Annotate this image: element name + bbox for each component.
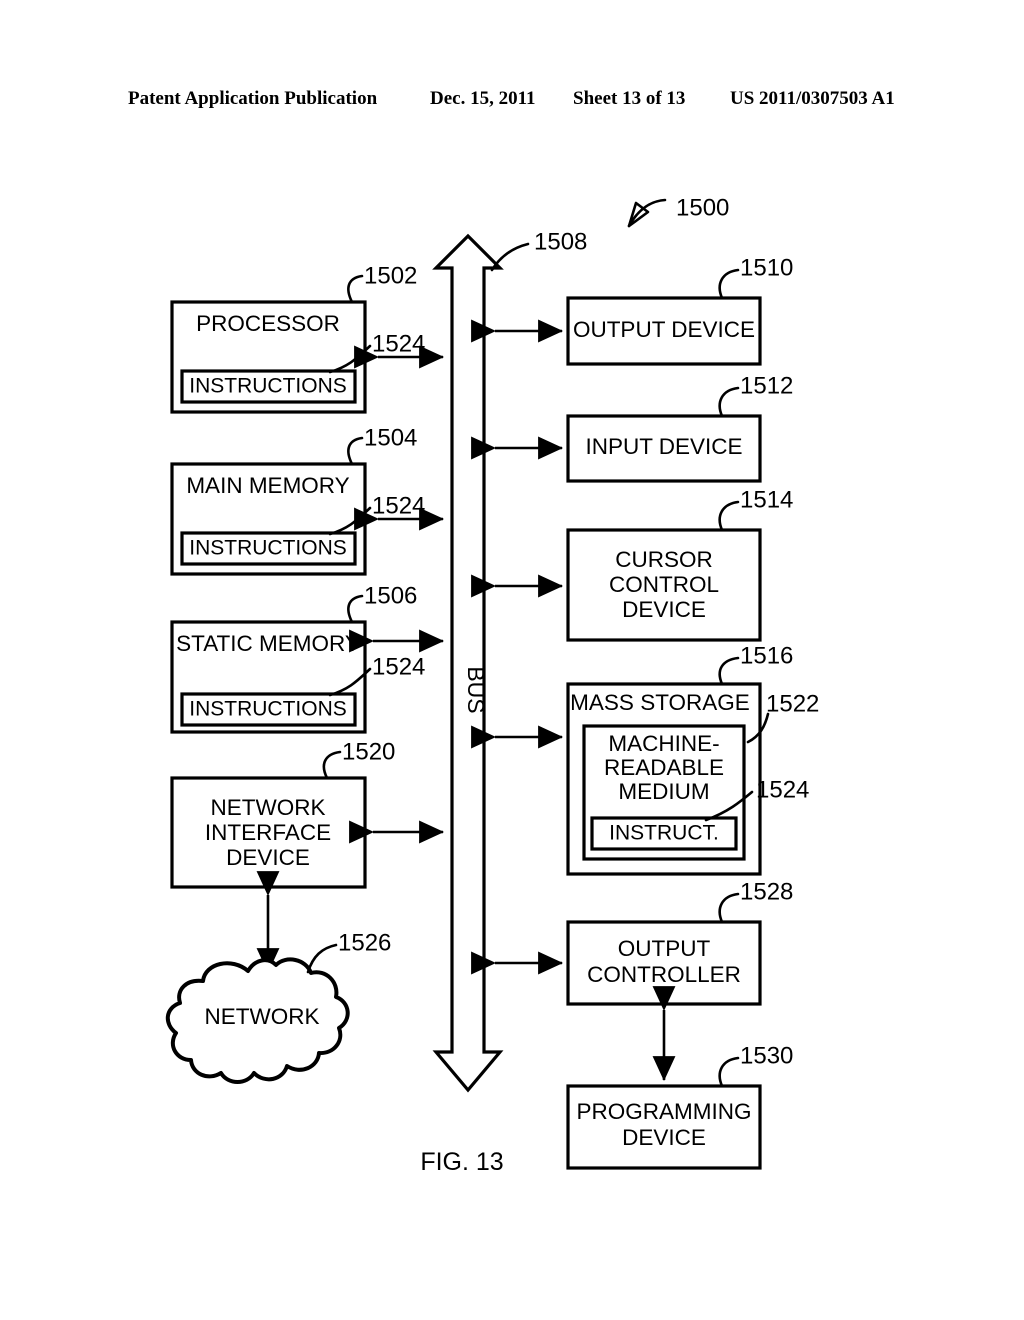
machine-medium-ref-label: 1522 [766,690,819,717]
main-memory-label: MAIN MEMORY [186,473,349,498]
network-interface-label-line2: INTERFACE [205,820,331,845]
processor-instructions-label: INSTRUCTIONS [189,375,347,398]
block-processor: PROCESSOR INSTRUCTIONS [170,300,367,414]
block-static-memory: STATIC MEMORY INSTRUCTIONS [170,620,367,734]
block-input-device: INPUT DEVICE [566,414,762,483]
static-memory-instructions-label: INSTRUCTIONS [189,698,347,721]
cursor-control-label-line2: CONTROL [609,572,719,597]
cursor-control-ref-1514-callout: 1514 [718,486,793,532]
machine-medium-label-line3: MEDIUM [618,779,709,804]
output-device-ref-label: 1510 [740,254,793,281]
block-mass-storage: MASS STORAGE MACHINE- READABLE MEDIUM IN… [566,682,762,876]
main-memory-ref-1504-callout: 1504 [347,424,417,466]
input-device-label: INPUT DEVICE [585,434,742,459]
static-memory-ref-1506-callout: 1506 [347,582,417,624]
input-device-ref-label: 1512 [740,372,793,399]
programming-device-ref-label: 1530 [740,1042,793,1069]
machine-medium-label-line2: READABLE [604,755,724,780]
patent-figure-page: Patent Application Publication Dec. 15, … [0,0,1024,1320]
mass-storage-ref-label: 1516 [740,642,793,669]
block-output-controller: OUTPUT CONTROLLER [566,920,762,1006]
network-cloud-ref-1526-callout: 1526 [306,929,391,974]
block-programming-device: PROGRAMMING DEVICE [566,1084,762,1170]
medium-instruct-ref-label: 1524 [756,776,809,803]
network-cloud-ref-label: 1526 [338,929,391,956]
block-output-device: OUTPUT DEVICE [566,296,762,366]
processor-label: PROCESSOR [196,311,340,336]
processor-inner-ref-label: 1524 [372,330,425,357]
bus-ref-label: 1508 [534,228,587,255]
network-interface-ref-label: 1520 [342,738,395,765]
mass-storage-label: MASS STORAGE [570,690,750,715]
output-controller-label-line1: OUTPUT [618,936,711,961]
network-cloud-label: NETWORK [205,1004,320,1029]
output-controller-label-line2: CONTROLLER [587,962,741,987]
output-controller-ref-label: 1528 [740,878,793,905]
network-interface-label-line1: NETWORK [211,795,326,820]
network-interface-ref-1520-callout: 1520 [322,738,395,780]
figure-13-diagram: 1500 BUS 1508 PROCESSOR INSTRUCTIONS 150… [165,194,819,1176]
main-memory-instructions-label: INSTRUCTIONS [189,537,347,560]
output-device-ref-1510-callout: 1510 [718,254,793,300]
bus-label: BUS [463,666,489,713]
input-device-ref-1512-callout: 1512 [718,372,793,418]
network-interface-label-line3: DEVICE [226,845,310,870]
block-main-memory: MAIN MEMORY INSTRUCTIONS [170,462,367,576]
machine-medium-label-line1: MACHINE- [608,731,719,756]
processor-ref-1502-callout: 1502 [347,262,417,304]
block-network-interface-device: NETWORK INTERFACE DEVICE [170,776,367,889]
medium-instruct-label: INSTRUCT. [609,822,719,845]
programming-device-label-line1: PROGRAMMING [576,1099,751,1124]
programming-device-ref-1530-callout: 1530 [718,1042,793,1088]
main-memory-inner-ref-label: 1524 [372,492,425,519]
output-controller-ref-1528-callout: 1528 [718,878,793,924]
static-memory-label: STATIC MEMORY [176,631,360,656]
cursor-control-ref-label: 1514 [740,486,793,513]
programming-device-label-line2: DEVICE [622,1125,706,1150]
block-network-cloud: NETWORK [165,957,350,1084]
mass-storage-ref-1516-callout: 1516 [718,642,793,686]
cursor-control-label-line3: DEVICE [622,597,706,622]
cursor-control-label-line1: CURSOR [615,547,713,572]
figure-caption: FIG. 13 [420,1148,503,1176]
bus-ref-1508-callout: 1508 [490,228,587,272]
bus-arrow: BUS [432,233,504,1093]
block-cursor-control-device: CURSOR CONTROL DEVICE [566,528,762,642]
system-ref-label: 1500 [676,194,729,221]
main-memory-ref-label: 1504 [364,424,417,451]
output-device-label: OUTPUT DEVICE [573,317,755,342]
static-memory-inner-ref-label: 1524 [372,653,425,680]
static-memory-ref-label: 1506 [364,582,417,609]
processor-ref-label: 1502 [364,262,417,289]
system-ref-1500-callout: 1500 [627,194,729,228]
